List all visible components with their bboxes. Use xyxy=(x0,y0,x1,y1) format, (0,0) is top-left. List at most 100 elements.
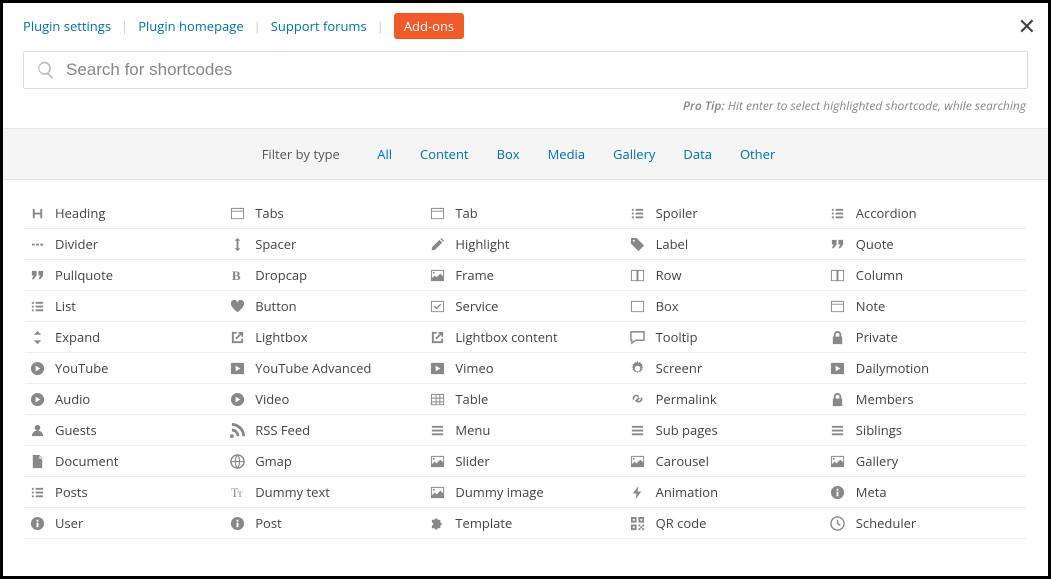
shortcode-posts[interactable]: Posts xyxy=(25,477,225,508)
shortcode-youtube[interactable]: YouTube xyxy=(25,353,225,384)
shortcode-service[interactable]: Service xyxy=(425,291,625,322)
shortcode-label: Gmap xyxy=(255,452,292,470)
shortcode-vimeo[interactable]: Vimeo xyxy=(425,353,625,384)
shortcode-siblings[interactable]: Siblings xyxy=(826,415,1026,446)
link-plugin-homepage[interactable]: Plugin homepage xyxy=(138,17,243,35)
shortcode-label: Dummy text xyxy=(255,483,330,501)
shortcode-members[interactable]: Members xyxy=(826,384,1026,415)
shortcode-spoiler[interactable]: Spoiler xyxy=(626,198,826,229)
column-icon xyxy=(830,267,846,283)
shortcode-label: User xyxy=(55,514,83,532)
shortcode-column[interactable]: Column xyxy=(826,260,1026,291)
filter-other[interactable]: Other xyxy=(740,145,775,163)
gallery-icon xyxy=(830,453,846,469)
shortcode-document[interactable]: Document xyxy=(25,446,225,477)
shortcode-template[interactable]: Template xyxy=(425,508,625,539)
shortcode-grid: HeadingTabsTab Spoiler Accordion Divider Spa… xyxy=(3,180,1048,549)
shortcode-gallery[interactable]: Gallery xyxy=(826,446,1026,477)
search-box[interactable] xyxy=(23,51,1028,89)
shortcode-label: Spoiler xyxy=(656,204,698,222)
shortcode-box[interactable]: Box xyxy=(626,291,826,322)
label-icon xyxy=(630,236,646,252)
filter-gallery[interactable]: Gallery xyxy=(613,145,655,163)
shortcode-accordion[interactable]: Accordion xyxy=(826,198,1026,229)
shortcode-label: Screenr xyxy=(656,359,703,377)
shortcode-post[interactable]: Post xyxy=(225,508,425,539)
filter-all[interactable]: All xyxy=(377,145,392,163)
dropcap-icon xyxy=(229,267,245,283)
shortcode-dailymotion[interactable]: Dailymotion xyxy=(826,353,1026,384)
dummyimage-icon xyxy=(429,484,445,500)
shortcode-highlight[interactable]: Highlight xyxy=(425,229,625,260)
filter-bar: Filter by type All Content Box Media Gallery… xyxy=(3,128,1048,180)
shortcode-dropcap[interactable]: Dropcap xyxy=(225,260,425,291)
template-icon xyxy=(429,515,445,531)
filter-label: Filter by type xyxy=(262,145,340,163)
filter-content[interactable]: Content xyxy=(420,145,469,163)
shortcode-label: Document xyxy=(55,452,118,470)
menu-icon xyxy=(429,422,445,438)
shortcode-scheduler[interactable]: Scheduler xyxy=(826,508,1026,539)
shortcode-divider[interactable]: Divider xyxy=(25,229,225,260)
shortcode-label: Accordion xyxy=(856,204,917,222)
close-icon[interactable]: ✕ xyxy=(1018,11,1036,41)
document-icon xyxy=(29,453,45,469)
heading-icon xyxy=(29,205,45,221)
shortcode-label: Spacer xyxy=(255,235,296,253)
shortcode-audio[interactable]: Audio xyxy=(25,384,225,415)
shortcode-row[interactable]: Row xyxy=(626,260,826,291)
members-icon xyxy=(830,391,846,407)
shortcode-label: Service xyxy=(455,297,498,315)
shortcode-animation[interactable]: Animation xyxy=(626,477,826,508)
search-input[interactable] xyxy=(66,60,1015,80)
shortcode-label: Divider xyxy=(55,235,98,253)
shortcode-slider[interactable]: Slider xyxy=(425,446,625,477)
shortcode-label: Tooltip xyxy=(656,328,698,346)
shortcode-note[interactable]: Note xyxy=(826,291,1026,322)
shortcode-tooltip[interactable]: Tooltip xyxy=(626,322,826,353)
shortcode-qrcode[interactable]: QR code xyxy=(626,508,826,539)
shortcode-label: Dropcap xyxy=(255,266,307,284)
shortcode-user[interactable]: User xyxy=(25,508,225,539)
rss-icon xyxy=(229,422,245,438)
shortcode-permalink[interactable]: Permalink xyxy=(626,384,826,415)
shortcode-table[interactable]: Table xyxy=(425,384,625,415)
shortcode-pullquote[interactable]: Pullquote xyxy=(25,260,225,291)
shortcode-tab[interactable]: Tab xyxy=(425,198,625,229)
shortcode-tabs[interactable]: Tabs xyxy=(225,198,425,229)
shortcode-private[interactable]: Private xyxy=(826,322,1026,353)
shortcode-label[interactable]: Label xyxy=(626,229,826,260)
shortcode-button[interactable]: Button xyxy=(225,291,425,322)
link-support-forums[interactable]: Support forums xyxy=(271,17,367,35)
shortcode-lightbox-content[interactable]: Lightbox content xyxy=(425,322,625,353)
filter-box[interactable]: Box xyxy=(497,145,520,163)
shortcode-rss[interactable]: RSS Feed xyxy=(225,415,425,446)
shortcode-carousel[interactable]: Carousel xyxy=(626,446,826,477)
shortcode-menu[interactable]: Menu xyxy=(425,415,625,446)
shortcode-guests[interactable]: Guests xyxy=(25,415,225,446)
shortcode-quote[interactable]: Quote xyxy=(826,229,1026,260)
shortcode-gmap[interactable]: Gmap xyxy=(225,446,425,477)
spoiler-icon xyxy=(630,205,646,221)
shortcode-video[interactable]: Video xyxy=(225,384,425,415)
animation-icon xyxy=(630,484,646,500)
shortcode-screenr[interactable]: Screenr xyxy=(626,353,826,384)
shortcode-list[interactable]: List xyxy=(25,291,225,322)
shortcode-subpages[interactable]: Sub pages xyxy=(626,415,826,446)
shortcode-frame[interactable]: Frame xyxy=(425,260,625,291)
shortcode-label: Sub pages xyxy=(656,421,718,439)
filter-data[interactable]: Data xyxy=(683,145,712,163)
shortcode-heading[interactable]: Heading xyxy=(25,198,225,229)
shortcode-youtube-adv[interactable]: YouTube Advanced xyxy=(225,353,425,384)
shortcode-spacer[interactable]: Spacer xyxy=(225,229,425,260)
shortcode-dummytext[interactable]: Dummy text xyxy=(225,477,425,508)
shortcode-lightbox[interactable]: Lightbox xyxy=(225,322,425,353)
filter-media[interactable]: Media xyxy=(548,145,585,163)
screenr-icon xyxy=(630,360,646,376)
shortcode-meta[interactable]: Meta xyxy=(826,477,1026,508)
link-plugin-settings[interactable]: Plugin settings xyxy=(23,17,111,35)
siblings-icon xyxy=(830,422,846,438)
shortcode-dummyimage[interactable]: Dummy image xyxy=(425,477,625,508)
shortcode-expand[interactable]: Expand xyxy=(25,322,225,353)
link-addons[interactable]: Add-ons xyxy=(394,13,464,39)
